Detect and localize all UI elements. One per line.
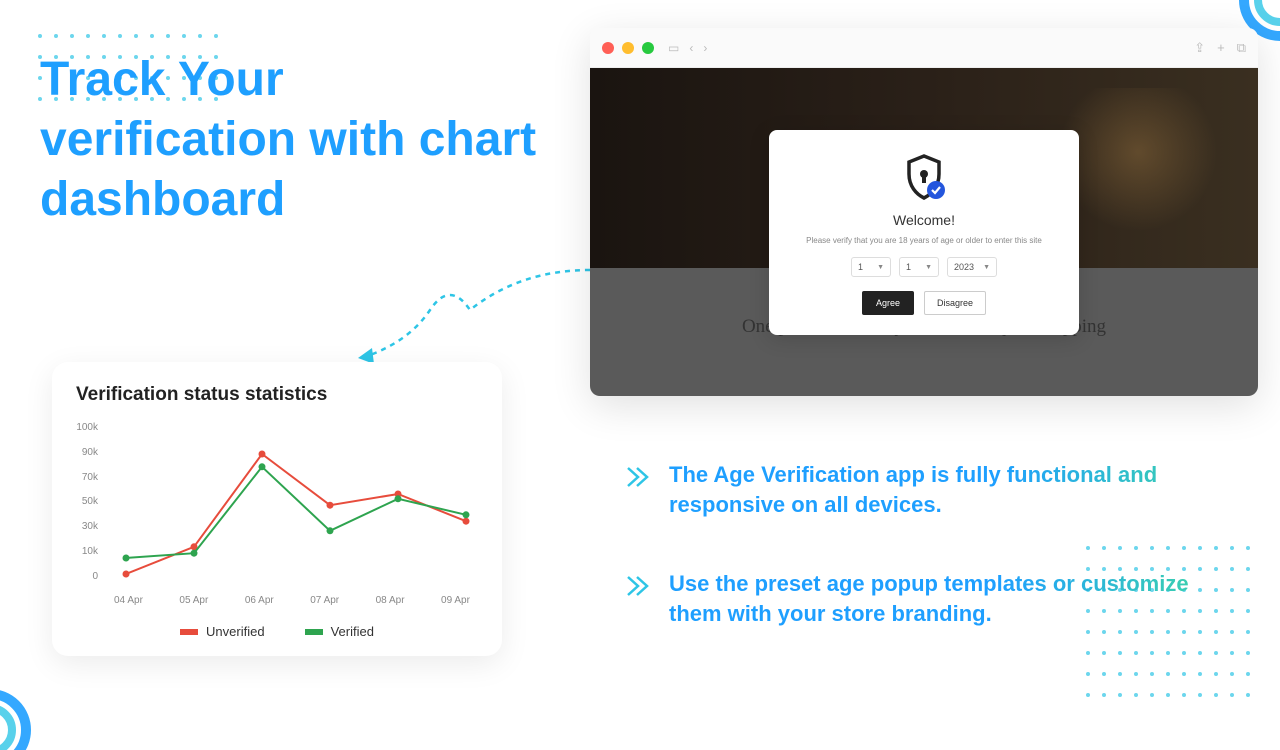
day-select[interactable]: 1▼ [851,257,891,277]
modal-welcome: Welcome! [789,212,1059,228]
legend-unverified: Unverified [180,624,265,639]
age-verification-modal: Welcome! Please verify that you are 18 y… [769,130,1079,335]
disagree-button[interactable]: Disagree [924,291,986,315]
feature-list: The Age Verification app is fully functi… [625,460,1215,679]
nav-back-icon[interactable]: ‹ [689,41,693,55]
share-icon[interactable]: ⇪ [1194,40,1205,56]
decorative-arrow [340,260,600,370]
legend-verified: Verified [305,624,374,639]
agree-button[interactable]: Agree [862,291,914,315]
shield-check-icon [789,152,1059,202]
chart-area: 100k90k70k50k30k10k0 04 Apr05 Apr06 Apr0… [76,422,478,602]
chevron-down-icon: ▼ [877,264,884,271]
legend-label-verified: Verified [331,624,374,639]
legend-swatch-green [305,629,323,635]
chart-card: Verification status statistics 100k90k70… [52,362,502,656]
chart-x-axis-labels: 04 Apr05 Apr06 Apr07 Apr08 Apr09 Apr [106,595,478,606]
browser-content: One place for all of your online liquor … [590,68,1258,396]
browser-mockup: ▭ ‹ › ⇪ + ⧉ One place for all of your on… [590,28,1258,396]
maximize-icon[interactable] [642,42,654,54]
legend-label-unverified: Unverified [206,624,265,639]
sidebar-icon[interactable]: ▭ [668,41,679,55]
close-icon[interactable] [602,42,614,54]
new-tab-icon[interactable]: + [1217,40,1225,56]
minimize-icon[interactable] [622,42,634,54]
browser-toolbar: ▭ ‹ › ⇪ + ⧉ [590,28,1258,68]
chevron-double-right-icon [625,573,651,599]
month-select[interactable]: 1▼ [899,257,939,277]
decorative-arc-bottom-left [0,670,50,750]
tabs-icon[interactable]: ⧉ [1237,40,1246,56]
legend-swatch-red [180,629,198,635]
date-selects: 1▼ 1▼ 2023▼ [789,257,1059,277]
chart-y-axis-labels: 100k90k70k50k30k10k0 [72,422,98,582]
year-select[interactable]: 2023▼ [947,257,997,277]
feature-text-1: The Age Verification app is fully functi… [669,460,1215,519]
chart-legend: Unverified Verified [76,624,478,639]
chevron-down-icon: ▼ [925,264,932,271]
chevron-double-right-icon [625,464,651,490]
chart-title: Verification status statistics [76,384,478,406]
nav-forward-icon[interactable]: › [703,41,707,55]
chevron-down-icon: ▼ [983,264,990,271]
chart-plot [106,422,486,582]
feature-item-2: Use the preset age popup templates or cu… [625,569,1215,628]
traffic-lights [602,42,654,54]
feature-item-1: The Age Verification app is fully functi… [625,460,1215,519]
modal-instruction: Please verify that you are 18 years of a… [789,236,1059,245]
page-headline: Track Your verification with chart dashb… [40,50,540,230]
feature-text-2: Use the preset age popup templates or cu… [669,569,1215,628]
